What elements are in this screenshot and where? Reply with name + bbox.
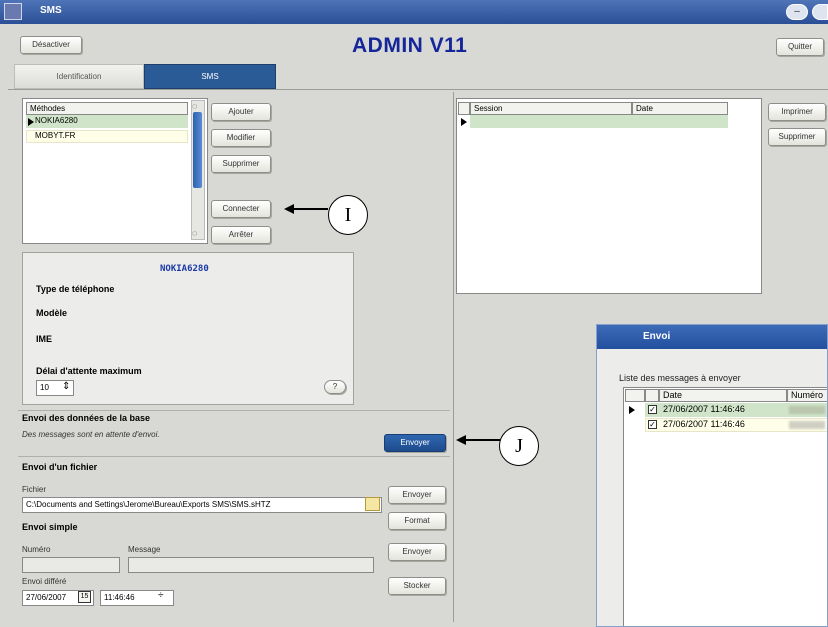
grid-corner — [458, 102, 470, 115]
envoi-list-title: Liste des messages à envoyer — [619, 373, 741, 383]
sessions-column-session: Session — [470, 102, 632, 115]
sessions-column-date: Date — [632, 102, 728, 115]
file-path-field[interactable]: C:\Documents and Settings\Jerome\Bureau\… — [22, 497, 382, 513]
scroll-up-icon[interactable]: ◌ — [192, 101, 197, 111]
row-pointer-icon — [28, 118, 34, 126]
app-title: ADMIN V11 — [352, 34, 468, 57]
max-wait-value: 10 — [40, 383, 49, 392]
deactivate-button[interactable]: Désactiver — [20, 36, 82, 54]
divider — [18, 456, 450, 457]
tab-underline — [8, 89, 828, 90]
row-pointer-icon — [629, 406, 635, 414]
methods-column-header: Méthodes — [26, 102, 188, 115]
delete-method-button[interactable]: Supprimer — [211, 155, 271, 173]
format-button[interactable]: Format — [388, 512, 446, 530]
store-button[interactable]: Stocker — [388, 577, 446, 595]
annotation-arrow-line — [464, 439, 500, 441]
divider — [18, 410, 450, 411]
row-pointer-icon — [461, 118, 467, 126]
simple-send-title: Envoi simple — [22, 522, 78, 532]
tab-identification[interactable]: Identification — [14, 64, 144, 89]
date-value: 27/06/2007 — [26, 593, 67, 602]
blurred-number — [789, 421, 825, 429]
ime-label: IME — [36, 334, 53, 344]
delete-session-button[interactable]: Supprimer — [768, 128, 826, 146]
window-title: SMS — [40, 5, 62, 16]
tab-sms[interactable]: SMS — [144, 64, 276, 89]
annotation-j: J — [499, 426, 539, 466]
message-field[interactable] — [128, 557, 374, 573]
maximize-button[interactable] — [812, 4, 828, 20]
add-button[interactable]: Ajouter — [211, 103, 271, 121]
number-field[interactable] — [22, 557, 120, 573]
file-send-title: Envoi d'un fichier — [22, 462, 98, 472]
check-column-header — [645, 389, 659, 402]
row-date: 27/06/2007 11:46:46 — [663, 419, 745, 429]
blurred-number — [789, 406, 825, 414]
stop-button[interactable]: Arrêter — [211, 226, 271, 244]
modify-button[interactable]: Modifier — [211, 129, 271, 147]
table-row[interactable] — [470, 115, 728, 128]
calendar-icon[interactable]: 15 — [78, 591, 91, 603]
max-wait-label: Délai d'attente maximum — [36, 366, 142, 376]
method-name: MOBYT.FR — [35, 131, 76, 140]
envoi-window: Envoi Liste des messages à envoyer Date … — [596, 324, 828, 627]
row-checkbox[interactable]: ✓ — [648, 405, 657, 414]
row-date: 27/06/2007 11:46:46 — [663, 404, 745, 414]
window-titlebar: SMS – — [0, 0, 828, 24]
db-send-button[interactable]: Envoyer — [384, 434, 446, 452]
grid-corner — [625, 389, 645, 402]
deferred-label: Envoi différé — [22, 577, 67, 586]
row-checkbox[interactable]: ✓ — [648, 420, 657, 429]
scrollbar-thumb[interactable] — [193, 112, 202, 188]
message-label: Message — [128, 545, 161, 554]
simple-send-button[interactable]: Envoyer — [388, 543, 446, 561]
folder-open-icon[interactable] — [365, 497, 380, 511]
method-name: NOKIA6280 — [35, 116, 78, 125]
stepper-icon[interactable]: ⇕ — [62, 381, 70, 392]
time-stepper-icon[interactable]: ÷ — [158, 590, 164, 601]
phone-type-label: Type de téléphone — [36, 284, 115, 294]
db-send-message: Des messages sont en attente d'envoi. — [22, 430, 160, 439]
print-button[interactable]: Imprimer — [768, 103, 826, 121]
app-logo-icon — [4, 3, 22, 20]
minimize-button[interactable]: – — [786, 4, 808, 20]
file-label: Fichier — [22, 485, 47, 494]
envoi-column-date: Date — [659, 389, 787, 402]
file-send-button[interactable]: Envoyer — [388, 486, 446, 504]
file-path-value: C:\Documents and Settings\Jerome\Bureau\… — [26, 500, 271, 509]
time-value: 11:46:46 — [104, 593, 135, 602]
scroll-down-icon[interactable]: ◌ — [192, 228, 197, 238]
envoi-column-number: Numéro — [787, 389, 827, 402]
quit-button[interactable]: Quitter — [776, 38, 824, 56]
connect-button[interactable]: Connecter — [211, 200, 271, 218]
model-label: Modèle — [36, 308, 68, 318]
envoi-window-title: Envoi — [597, 325, 827, 349]
annotation-i: I — [328, 195, 368, 235]
panel-divider — [453, 92, 454, 622]
annotation-arrow-line — [292, 208, 328, 210]
number-label: Numéro — [22, 545, 51, 554]
method-details-title: NOKIA6280 — [160, 264, 209, 274]
help-button[interactable]: ? — [324, 380, 346, 394]
db-send-title: Envoi des données de la base — [22, 413, 151, 423]
